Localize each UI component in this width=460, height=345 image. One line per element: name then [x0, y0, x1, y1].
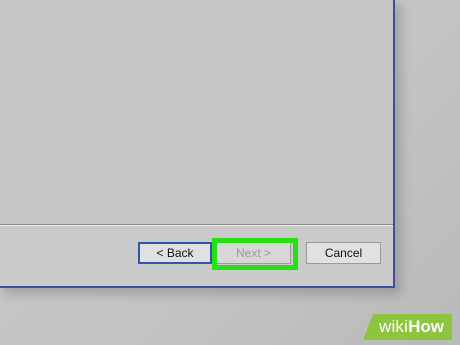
wizard-content-area — [0, 0, 393, 224]
watermark-prefix: wiki — [378, 317, 409, 336]
next-button-highlight — [212, 238, 298, 270]
cancel-button[interactable]: Cancel — [306, 242, 381, 264]
cancel-button-label: Cancel — [324, 246, 363, 260]
wizard-dialog: < Back Next > Cancel — [0, 0, 395, 288]
watermark-suffix: How — [408, 317, 444, 336]
wikihow-watermark: wiki How — [362, 314, 452, 340]
button-bar-separator — [0, 224, 393, 226]
back-button-label: < Back — [156, 246, 194, 260]
back-button[interactable]: < Back — [138, 242, 212, 264]
